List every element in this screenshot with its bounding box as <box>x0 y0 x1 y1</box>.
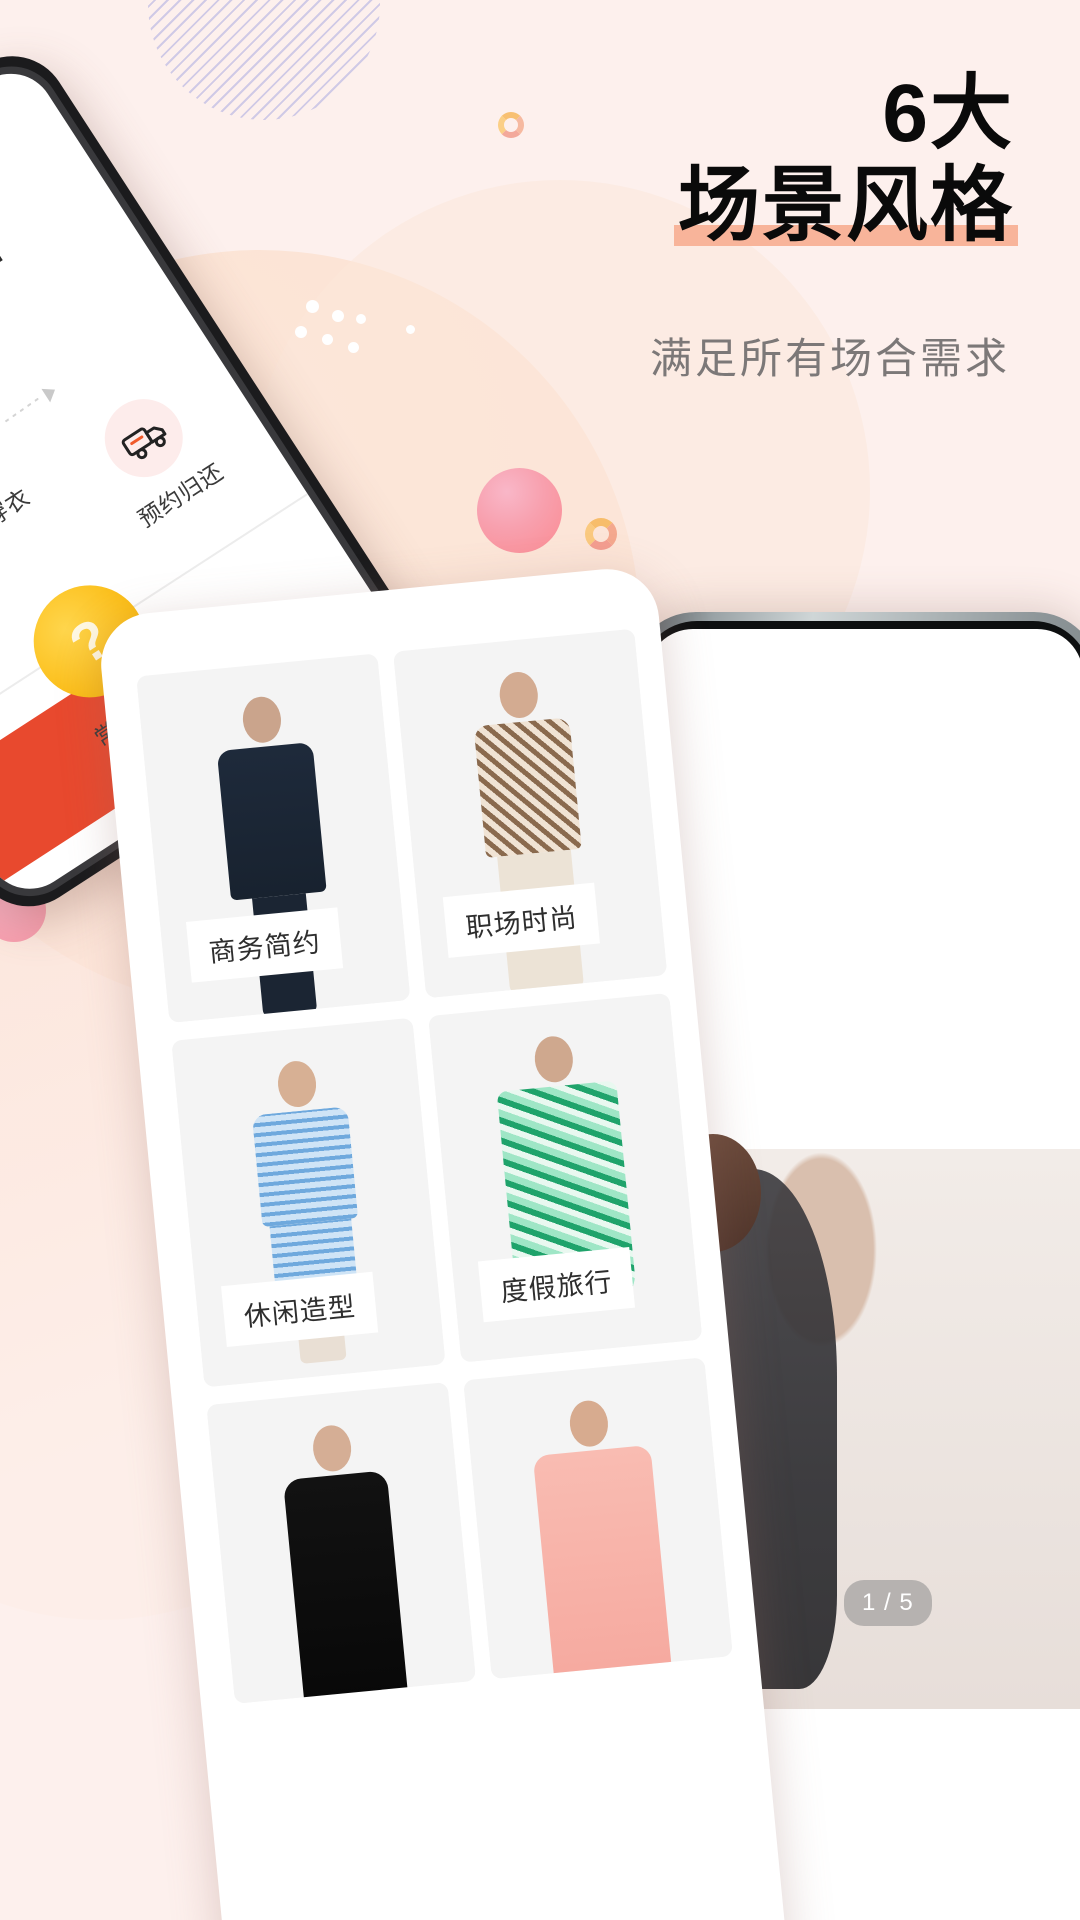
style-card-photo <box>463 1365 733 1680</box>
decor-dot <box>348 342 359 353</box>
step-schedule-return[interactable]: 预约归还 <box>60 365 252 549</box>
decor-dot <box>322 334 333 345</box>
style-card[interactable]: 职场时尚 <box>393 628 668 999</box>
headline-line-2-wrap: 场景风格 <box>673 159 1018 252</box>
striped-circle-decoration <box>148 0 380 120</box>
headline-line-1: 6大 <box>882 68 1014 159</box>
style-card[interactable]: 度假旅行 <box>428 992 703 1363</box>
style-card[interactable] <box>206 1382 477 1704</box>
headline-line-2: 场景风格 <box>677 159 1014 251</box>
page-indicator-badge: 1 / 5 <box>844 1580 932 1626</box>
headline-subtitle: 满足所有场合需求 <box>649 335 1010 382</box>
decor-dot <box>356 314 366 324</box>
decor-dot <box>306 300 319 313</box>
promo-screen: 6大 场景风格 满足所有场合需求 托特衣箱 收箱穿衣 预约归还 ? 1 / 5 … <box>0 0 1080 1920</box>
orange-ring-decoration-small <box>498 112 524 138</box>
step-connector <box>4 395 43 423</box>
decor-dot <box>295 326 307 338</box>
model-illustration <box>278 1420 409 1704</box>
style-card-grid: 商务简约 职场时尚 休闲造型 度假旅行 <box>136 628 733 1704</box>
style-card[interactable] <box>463 1357 733 1680</box>
decor-dot <box>332 310 344 322</box>
headline-block: 6大 场景风格 <box>673 68 1018 252</box>
style-card[interactable]: 商务简约 <box>136 653 411 1023</box>
style-card[interactable]: 休闲造型 <box>171 1017 446 1388</box>
style-card-photo <box>207 1389 477 1704</box>
model-illustration <box>528 1395 673 1680</box>
step-label: 收箱穿衣 <box>0 483 35 558</box>
decor-dot <box>406 325 415 334</box>
pink-sphere-decoration <box>477 468 562 553</box>
chevron-right-icon <box>41 382 60 403</box>
orange-ring-decoration <box>585 518 617 550</box>
